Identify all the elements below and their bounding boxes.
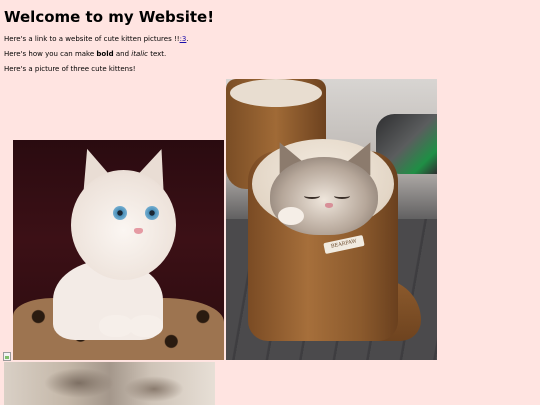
format-prefix-text: Here's how you can make [4, 50, 97, 58]
italic-word: italic [131, 50, 148, 58]
blur-shape [44, 368, 114, 398]
bold-word: bold [96, 50, 114, 58]
tabby-nose [325, 203, 333, 208]
kitten-head [71, 170, 176, 280]
picture-intro-paragraph: Here's a picture of three cute kittens! [4, 65, 136, 73]
tabby-paw [278, 207, 304, 225]
kitten-eye-right [145, 206, 159, 220]
link-intro-text: Here's a link to a website of cute kitte… [4, 35, 180, 43]
kitten-eye-left [113, 206, 127, 220]
page-title: Welcome to my Website! [4, 8, 215, 26]
kitten-photo-boot: BEARPAW [226, 79, 437, 360]
page: Welcome to my Website! Here's a link to … [0, 0, 540, 405]
background-boot-cuff [230, 79, 322, 107]
kitten-photo-third [4, 362, 215, 405]
link-paragraph: Here's a link to a website of cute kitte… [4, 34, 189, 44]
tabby-eye-right [334, 193, 350, 199]
broken-image-icon [3, 352, 11, 361]
kitten-photo-white [13, 140, 224, 360]
format-suffix-text: text. [147, 50, 167, 58]
link-end-text: . [186, 35, 189, 43]
kitten-paw-right [129, 315, 163, 337]
kitten-nose [134, 228, 143, 234]
kitten-paw-left [99, 315, 133, 337]
format-middle-text: and [113, 50, 132, 58]
tabby-eye-left [304, 193, 320, 199]
formatting-paragraph: Here's how you can make bold and italic … [4, 49, 166, 59]
blur-shape [124, 376, 184, 402]
